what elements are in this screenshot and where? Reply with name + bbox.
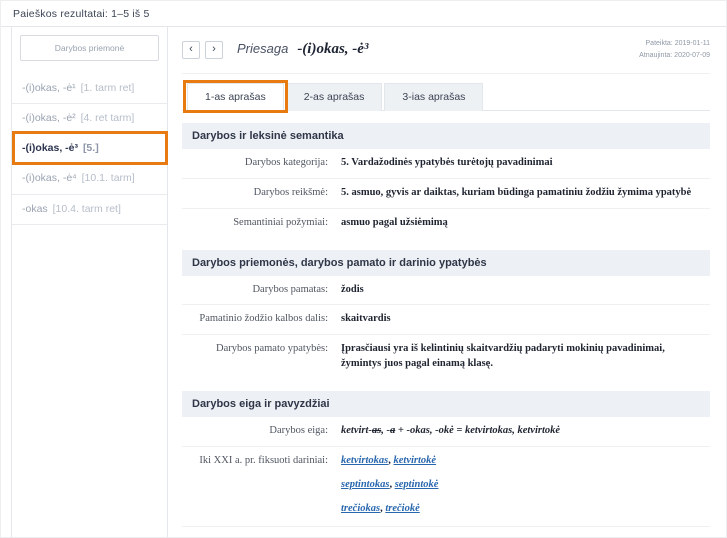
filter-wrap xyxy=(12,35,167,61)
tab-content: Darybos ir leksinė semantika Darybos kat… xyxy=(182,111,710,537)
result-item-tag: [1. tarm ret] xyxy=(81,82,135,94)
result-item-2[interactable]: -(i)okas, -ė² [4. ret tarm] xyxy=(12,104,167,134)
title-prefix: Priesaga xyxy=(237,41,288,56)
search-results-count: Paieškos rezultatai: 1–5 iš 5 xyxy=(13,8,150,20)
data-row: Darybos pamato ypatybės: Įprasčiausi yra… xyxy=(182,335,710,379)
page-title: Priesaga -(i)okas, -ė³ xyxy=(237,41,368,58)
data-row: Darybos reikšmė: 5. asmuo, gyvis ar daik… xyxy=(182,179,710,209)
result-item-label: -(i)okas, -ė² xyxy=(22,112,76,124)
row-label: Darybos eiga: xyxy=(190,424,328,439)
search-results-bar: Paieškos rezultatai: 1–5 iš 5 xyxy=(1,1,726,27)
result-item-label: -(i)okas, -ė⁴ xyxy=(22,172,77,184)
result-item-5[interactable]: -okas [10.4. tarm ret] xyxy=(12,195,167,225)
tab-label: 1-as aprašas xyxy=(205,91,266,103)
result-item-3-selected[interactable]: -(i)okas, -ė³ [5.] xyxy=(12,134,167,164)
result-item-tag: [4. ret tarm] xyxy=(81,112,135,124)
next-result-button[interactable]: › xyxy=(205,41,223,59)
tab-label: 3-ias aprašas xyxy=(402,91,465,103)
formula-part-struck: as xyxy=(372,425,381,436)
tab-aprasas-1[interactable]: 1-as aprašas xyxy=(187,83,284,111)
page-body: -(i)okas, -ė¹ [1. tarm ret] -(i)okas, -ė… xyxy=(1,27,726,537)
derivative-link[interactable]: trečiokė xyxy=(385,503,419,514)
row-label: Darybos kategorija: xyxy=(190,156,328,171)
tab-aprasas-3[interactable]: 3-ias aprašas xyxy=(384,83,483,111)
derivatives-list: ketvirtokas, ketvirtokė septintokas, sep… xyxy=(341,454,710,519)
row-label: Darybos pamato ypatybės: xyxy=(190,342,328,372)
app-window: Paieškos rezultatai: 1–5 iš 5 -(i)okas, … xyxy=(0,0,727,538)
section-formation: Darybos priemonės, darybos pamato ir dar… xyxy=(182,250,710,380)
data-row: Iki XXI a. pr. fiksuoti dariniai: ketvir… xyxy=(182,447,710,527)
result-item-tag: [10.1. tarm] xyxy=(82,172,135,184)
results-list: -(i)okas, -ė¹ [1. tarm ret] -(i)okas, -ė… xyxy=(12,74,167,225)
data-row: Darybos kategorija: 5. Vardažodinės ypat… xyxy=(182,149,710,179)
description-tabs: 1-as aprašas 2-as aprašas 3-ias aprašas xyxy=(182,83,710,111)
result-item-tag: [5.] xyxy=(83,142,99,154)
row-value: skaitvardis xyxy=(341,312,710,327)
formula-part: + -okas, -okė = ketvirtokas, ketvirtokė xyxy=(395,425,560,436)
detail-header: ‹ › Priesaga -(i)okas, -ė³ Pateikta: 201… xyxy=(182,33,710,74)
row-value: asmuo pagal užsiėmimą xyxy=(341,216,710,231)
results-sidebar: -(i)okas, -ė¹ [1. tarm ret] -(i)okas, -ė… xyxy=(11,27,168,537)
section-header: Darybos priemonės, darybos pamato ir dar… xyxy=(182,250,710,276)
section-header: Darybos eiga ir pavyzdžiai xyxy=(182,391,710,417)
data-row: Darybos eiga: ketvirt-as, -a + -okas, -o… xyxy=(182,417,710,447)
result-item-label: -(i)okas, -ė¹ xyxy=(22,82,76,94)
derivative-pair: septintokas, septintokė xyxy=(341,478,702,493)
data-row: Darybos pamatas: žodis xyxy=(182,276,710,306)
derivative-link[interactable]: trečiokas xyxy=(341,503,380,514)
row-value: žodis xyxy=(341,283,710,298)
formula-part: ketvirt- xyxy=(341,425,372,436)
row-label: Pamatinio žodžio kalbos dalis: xyxy=(190,312,328,327)
data-row: Semantiniai požymiai: asmuo pagal užsiėm… xyxy=(182,209,710,238)
derivative-pair: trečiokas, trečiokė xyxy=(341,502,702,517)
derivative-link[interactable]: septintokė xyxy=(395,479,439,490)
section-header: Darybos ir leksinė semantika xyxy=(182,123,710,149)
detail-panel: ‹ › Priesaga -(i)okas, -ė³ Pateikta: 201… xyxy=(168,27,726,537)
derivation-formula: ketvirt-as, -a + -okas, -okė = ketvirtok… xyxy=(341,424,710,439)
derivative-pair: ketvirtokas, ketvirtokė xyxy=(341,454,702,469)
row-label: Darybos reikšmė: xyxy=(190,186,328,201)
row-value: 5. Vardažodinės ypatybės turėtojų pavadi… xyxy=(341,156,710,171)
result-item-label: -okas xyxy=(22,203,48,215)
result-item-tag: [10.4. tarm ret] xyxy=(53,203,121,215)
row-value: Įprasčiausi yra iš kelintinių skaitvardž… xyxy=(341,342,710,372)
title-term: -(i)okas, -ė³ xyxy=(297,41,368,58)
tab-label: 2-as aprašas xyxy=(304,91,365,103)
section-process: Darybos eiga ir pavyzdžiai Darybos eiga:… xyxy=(182,391,710,527)
filter-input[interactable] xyxy=(20,35,159,61)
tab-aprasas-2[interactable]: 2-as aprašas xyxy=(286,83,383,111)
row-label: Iki XXI a. pr. fiksuoti dariniai: xyxy=(190,454,328,519)
derivative-link[interactable]: ketvirtokas xyxy=(341,455,388,466)
data-row: Pamatinio žodžio kalbos dalis: skaitvard… xyxy=(182,305,710,335)
derivative-link[interactable]: septintokas xyxy=(341,479,389,490)
date-submitted: Pateikta: 2019-01-11 xyxy=(639,38,710,50)
row-value: 5. asmuo, gyvis ar daiktas, kuriam būdin… xyxy=(341,186,710,201)
formula-part: , - xyxy=(381,425,390,436)
result-item-4[interactable]: -(i)okas, -ė⁴ [10.1. tarm] xyxy=(12,164,167,194)
record-dates: Pateikta: 2019-01-11 Atnaujinta: 2020-07… xyxy=(639,38,710,62)
derivative-link[interactable]: ketvirtokė xyxy=(394,455,437,466)
row-label: Darybos pamatas: xyxy=(190,283,328,298)
date-updated: Atnaujinta: 2020-07-09 xyxy=(639,50,710,62)
section-semantics: Darybos ir leksinė semantika Darybos kat… xyxy=(182,123,710,238)
prev-result-button[interactable]: ‹ xyxy=(182,41,200,59)
result-item-1[interactable]: -(i)okas, -ė¹ [1. tarm ret] xyxy=(12,74,167,104)
row-label: Semantiniai požymiai: xyxy=(190,216,328,231)
result-item-label: -(i)okas, -ė³ xyxy=(22,142,78,154)
